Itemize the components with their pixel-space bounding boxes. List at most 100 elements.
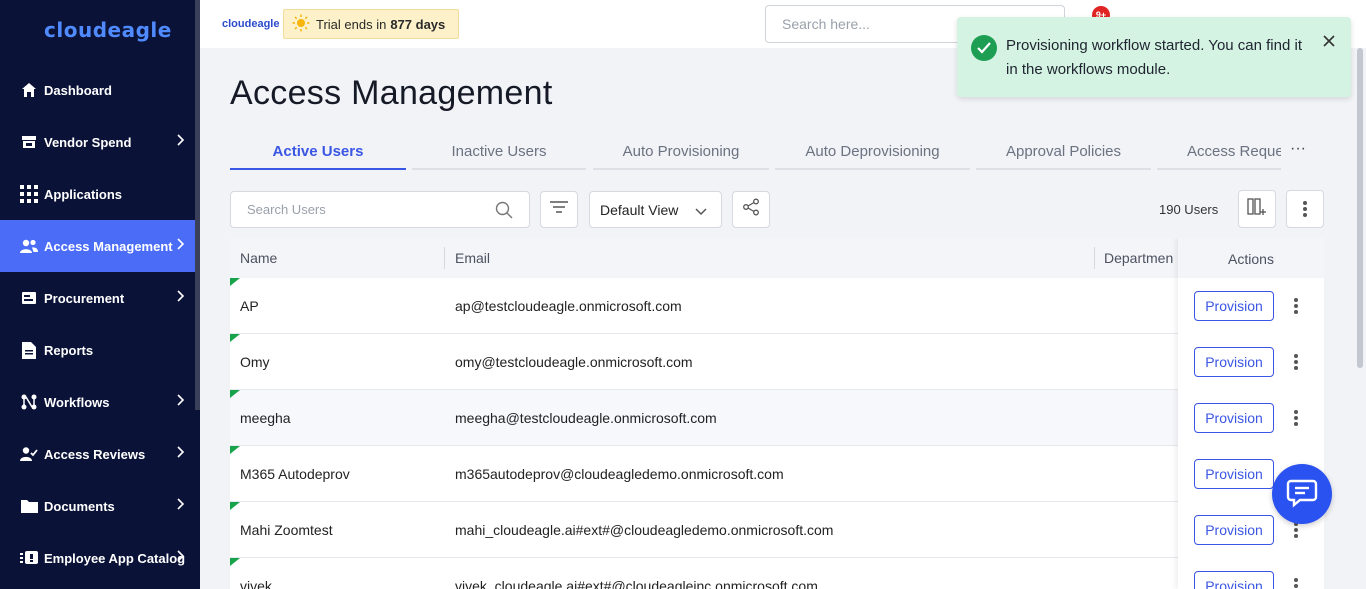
chevron-right-icon	[177, 238, 185, 253]
more-options-button[interactable]	[1286, 190, 1324, 228]
status-flag	[230, 334, 240, 342]
row-menu-icon[interactable]	[1288, 408, 1304, 428]
chevron-right-icon	[177, 134, 185, 149]
chevron-right-icon	[177, 290, 185, 305]
chevron-right-icon	[177, 446, 185, 461]
scrollbar-thumb[interactable]	[1357, 48, 1363, 368]
tab-inactive-users[interactable]: Inactive Users	[412, 134, 586, 170]
catalog-icon	[20, 549, 38, 567]
search-icon[interactable]	[495, 201, 513, 222]
chat-support-button[interactable]	[1272, 464, 1332, 524]
provision-button[interactable]: Provision	[1194, 571, 1274, 589]
close-icon[interactable]	[1323, 31, 1335, 52]
tab-approval-policies[interactable]: Approval Policies	[976, 134, 1151, 170]
user-search-placeholder: Search Users	[247, 202, 326, 217]
users-icon	[20, 237, 38, 255]
user-name: M365 Autodeprov	[240, 466, 350, 482]
view-select-value: Default View	[600, 201, 679, 218]
provision-button[interactable]: Provision	[1194, 459, 1274, 489]
tab-access-requests[interactable]: Access Reque	[1157, 134, 1281, 170]
user-count: 190 Users	[1159, 202, 1219, 217]
report-icon	[20, 341, 38, 359]
trial-days: 877 days	[390, 16, 446, 32]
row-menu-icon[interactable]	[1288, 352, 1304, 372]
check-circle-icon	[971, 35, 997, 61]
column-header-department[interactable]: Departmen	[1104, 250, 1173, 266]
kebab-icon	[1297, 199, 1313, 219]
sidebar-item-reports[interactable]: Reports	[0, 324, 195, 376]
sun-icon	[292, 14, 310, 35]
users-table: Name Email Departmen AP ap@testcloudeagl…	[230, 238, 1324, 589]
tab-auto-provisioning[interactable]: Auto Provisioning	[593, 134, 769, 170]
chevron-right-icon	[177, 498, 185, 513]
user-email: omy@testcloudeagle.onmicrosoft.com	[455, 354, 693, 370]
user-name: vivek	[240, 578, 272, 589]
chevron-down-icon	[695, 203, 707, 219]
page-scrollbar[interactable]	[1354, 48, 1366, 589]
sidebar-item-vendor-spend[interactable]: Vendor Spend	[0, 116, 195, 168]
tab-auto-deprovisioning[interactable]: Auto Deprovisioning	[775, 134, 970, 170]
header-logo[interactable]: cloudeagle	[222, 18, 279, 30]
trial-banner: Trial ends in 877 days	[283, 9, 459, 39]
user-name: Mahi Zoomtest	[240, 522, 333, 538]
sidebar-item-documents[interactable]: Documents	[0, 480, 195, 532]
column-header-name[interactable]: Name	[240, 250, 277, 266]
sidebar-item-access-reviews[interactable]: Access Reviews	[0, 428, 195, 480]
status-flag	[230, 446, 240, 454]
filter-button[interactable]	[540, 191, 578, 228]
chevron-right-icon	[177, 394, 185, 409]
user-email: ap@testcloudeagle.onmicrosoft.com	[455, 298, 682, 314]
user-name: Omy	[240, 354, 270, 370]
tab-active-users[interactable]: Active Users	[230, 134, 406, 170]
user-email: meegha@testcloudeagle.onmicrosoft.com	[455, 410, 717, 426]
sidebar-item-procurement[interactable]: Procurement	[0, 272, 195, 324]
sidebar-item-label: Procurement	[44, 290, 125, 306]
sidebar-item-dashboard[interactable]: Dashboard	[0, 64, 195, 116]
sidebar-item-access-management[interactable]: Access Management	[0, 220, 195, 272]
app-logo[interactable]: cloudeagle	[44, 18, 172, 42]
user-search-input[interactable]: Search Users	[230, 191, 530, 228]
column-divider[interactable]	[1094, 247, 1095, 269]
chat-icon	[1286, 476, 1318, 513]
column-header-email[interactable]: Email	[455, 250, 490, 266]
user-email: vivek_cloudeagle.ai#ext#@cloudeagleinc.o…	[455, 578, 818, 589]
sidebar-item-label: Documents	[44, 498, 115, 514]
user-email: m365autodeprov@cloudeagledemo.onmicrosof…	[455, 466, 784, 482]
provision-button[interactable]: Provision	[1194, 291, 1274, 321]
sidebar-item-label: Applications	[44, 186, 123, 202]
success-toast: Provisioning workflow started. You can f…	[957, 17, 1351, 97]
sidebar-scrollbar[interactable]	[195, 0, 200, 410]
table-row[interactable]: vivek vivek_cloudeagle.ai#ext#@cloudeagl…	[230, 558, 1324, 589]
sidebar: cloudeagle Dashboard Vendor Spend Applic…	[0, 0, 200, 589]
provision-button[interactable]: Provision	[1194, 347, 1274, 377]
sidebar-item-label: Access Management	[44, 238, 173, 254]
view-select[interactable]: Default View	[589, 191, 722, 228]
page-title: Access Management	[230, 74, 553, 112]
user-name: meegha	[240, 410, 291, 426]
user-name: AP	[240, 298, 259, 314]
column-settings-button[interactable]	[1238, 190, 1276, 228]
column-header-actions: Actions	[1178, 238, 1324, 278]
grid-icon	[20, 185, 38, 203]
global-search-placeholder: Search here...	[782, 16, 870, 32]
filter-icon	[550, 200, 568, 219]
folder-icon	[20, 497, 38, 515]
column-divider[interactable]	[444, 247, 445, 269]
table-row[interactable]: meegha meegha@testcloudeagle.onmicrosoft…	[230, 390, 1324, 446]
table-row[interactable]: Mahi Zoomtest mahi_cloudeagle.ai#ext#@cl…	[230, 502, 1324, 558]
sidebar-item-applications[interactable]: Applications	[0, 168, 195, 220]
sidebar-item-workflows[interactable]: Workflows	[0, 376, 195, 428]
row-menu-icon[interactable]	[1288, 576, 1304, 589]
workflow-icon	[20, 393, 38, 411]
share-button[interactable]	[732, 191, 770, 228]
table-row[interactable]: M365 Autodeprov m365autodeprov@cloudeagl…	[230, 446, 1324, 502]
sidebar-item-employee-app-catalog[interactable]: Employee App Catalog	[0, 532, 195, 584]
provision-button[interactable]: Provision	[1194, 403, 1274, 433]
sidebar-item-label: Employee App Catalog	[44, 550, 186, 566]
table-row[interactable]: AP ap@testcloudeagle.onmicrosoft.com	[230, 278, 1324, 334]
more-tabs-icon[interactable]: ···	[1290, 140, 1306, 158]
sidebar-item-label: Reports	[44, 342, 94, 358]
table-row[interactable]: Omy omy@testcloudeagle.onmicrosoft.com	[230, 334, 1324, 390]
row-menu-icon[interactable]	[1288, 296, 1304, 316]
provision-button[interactable]: Provision	[1194, 515, 1274, 545]
